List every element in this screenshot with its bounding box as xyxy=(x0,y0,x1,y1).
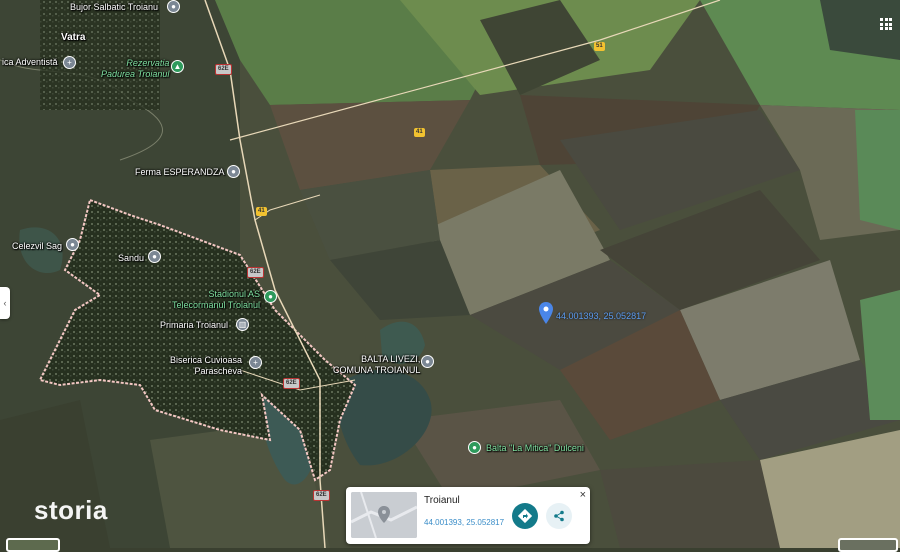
label-balta-livezi-text: BALTA LIVEZI, COMUNA TROIANUL xyxy=(333,354,421,375)
road-shield: 41 xyxy=(256,207,267,216)
directions-icon xyxy=(518,509,532,523)
label-biserica[interactable]: Biserica Cuvioasa Parascheva xyxy=(170,355,242,377)
building-pin-icon[interactable]: ▥ xyxy=(236,318,249,331)
label-stadionul[interactable]: Stadionul AS Telecormanul Troianul xyxy=(172,289,260,311)
tree-pin-icon[interactable]: ▲ xyxy=(171,60,184,73)
label-celezvil[interactable]: Celezvil Sag xyxy=(12,241,62,252)
marker-coords-label: 44.001393, 25.052817 xyxy=(556,311,647,321)
label-adventista[interactable]: ica Adventistă xyxy=(2,57,58,68)
label-vatra[interactable]: Vatra xyxy=(61,32,85,43)
road-shield: 62E xyxy=(215,64,232,75)
place-coords: 44.001393, 25.052817 xyxy=(424,518,505,527)
cross-pin-icon[interactable]: + xyxy=(249,356,262,369)
place-pin-icon[interactable]: ● xyxy=(167,0,180,13)
label-primaria[interactable]: Primaria Troianul xyxy=(160,320,228,331)
road-shield: 51 xyxy=(594,42,605,51)
satellite-map[interactable] xyxy=(0,0,900,548)
label-sandu[interactable]: Sandu xyxy=(118,253,144,264)
cross-pin-icon[interactable]: + xyxy=(63,56,76,69)
layer-toggle-thumbnail[interactable] xyxy=(6,538,60,552)
label-stadionul-text: Stadionul AS Telecormanul Troianul xyxy=(172,289,261,310)
place-title: Troianul xyxy=(424,495,460,506)
imagery-thumbnail[interactable] xyxy=(838,538,898,552)
share-button[interactable] xyxy=(546,503,572,529)
road-shield: 62E xyxy=(283,378,300,389)
share-icon xyxy=(554,510,564,522)
place-pin-icon[interactable]: ● xyxy=(227,165,240,178)
collapse-panel-button[interactable]: ‹ xyxy=(0,287,10,319)
place-pin-icon[interactable]: ● xyxy=(421,355,434,368)
place-pin-icon[interactable]: ● xyxy=(468,441,481,454)
label-balta-livezi[interactable]: BALTA LIVEZI, COMUNA TROIANUL xyxy=(333,354,420,376)
label-bujor[interactable]: Bujor Salbatic Troianu xyxy=(70,2,158,13)
sport-pin-icon[interactable]: ● xyxy=(264,290,277,303)
location-marker-icon[interactable] xyxy=(539,302,553,329)
label-rezervatia[interactable]: Rezervatia Padurea Troianul xyxy=(101,58,169,80)
close-icon[interactable]: × xyxy=(580,489,586,501)
label-rezervatia-text: Rezervatia Padurea Troianul xyxy=(101,58,170,79)
label-balta-mitica[interactable]: Balta "La Mitica" Dulceni xyxy=(486,443,584,454)
road-shield: 41 xyxy=(414,128,425,137)
label-biserica-text: Biserica Cuvioasa Parascheva xyxy=(170,355,243,376)
storia-watermark: storia xyxy=(34,495,108,525)
place-card[interactable]: Troianul 44.001393, 25.052817 × xyxy=(346,487,590,544)
place-pin-icon[interactable]: ● xyxy=(148,250,161,263)
road-shield: 62E xyxy=(247,267,264,278)
place-thumbnail[interactable] xyxy=(351,492,417,538)
directions-button[interactable] xyxy=(512,503,538,529)
place-pin-icon[interactable]: ● xyxy=(66,238,79,251)
road-shield: 62E xyxy=(313,490,330,501)
chevron-left-icon: ‹ xyxy=(3,298,7,308)
label-ferma[interactable]: Ferma ESPERANDZA xyxy=(135,167,225,178)
apps-grid-icon[interactable] xyxy=(880,18,892,30)
